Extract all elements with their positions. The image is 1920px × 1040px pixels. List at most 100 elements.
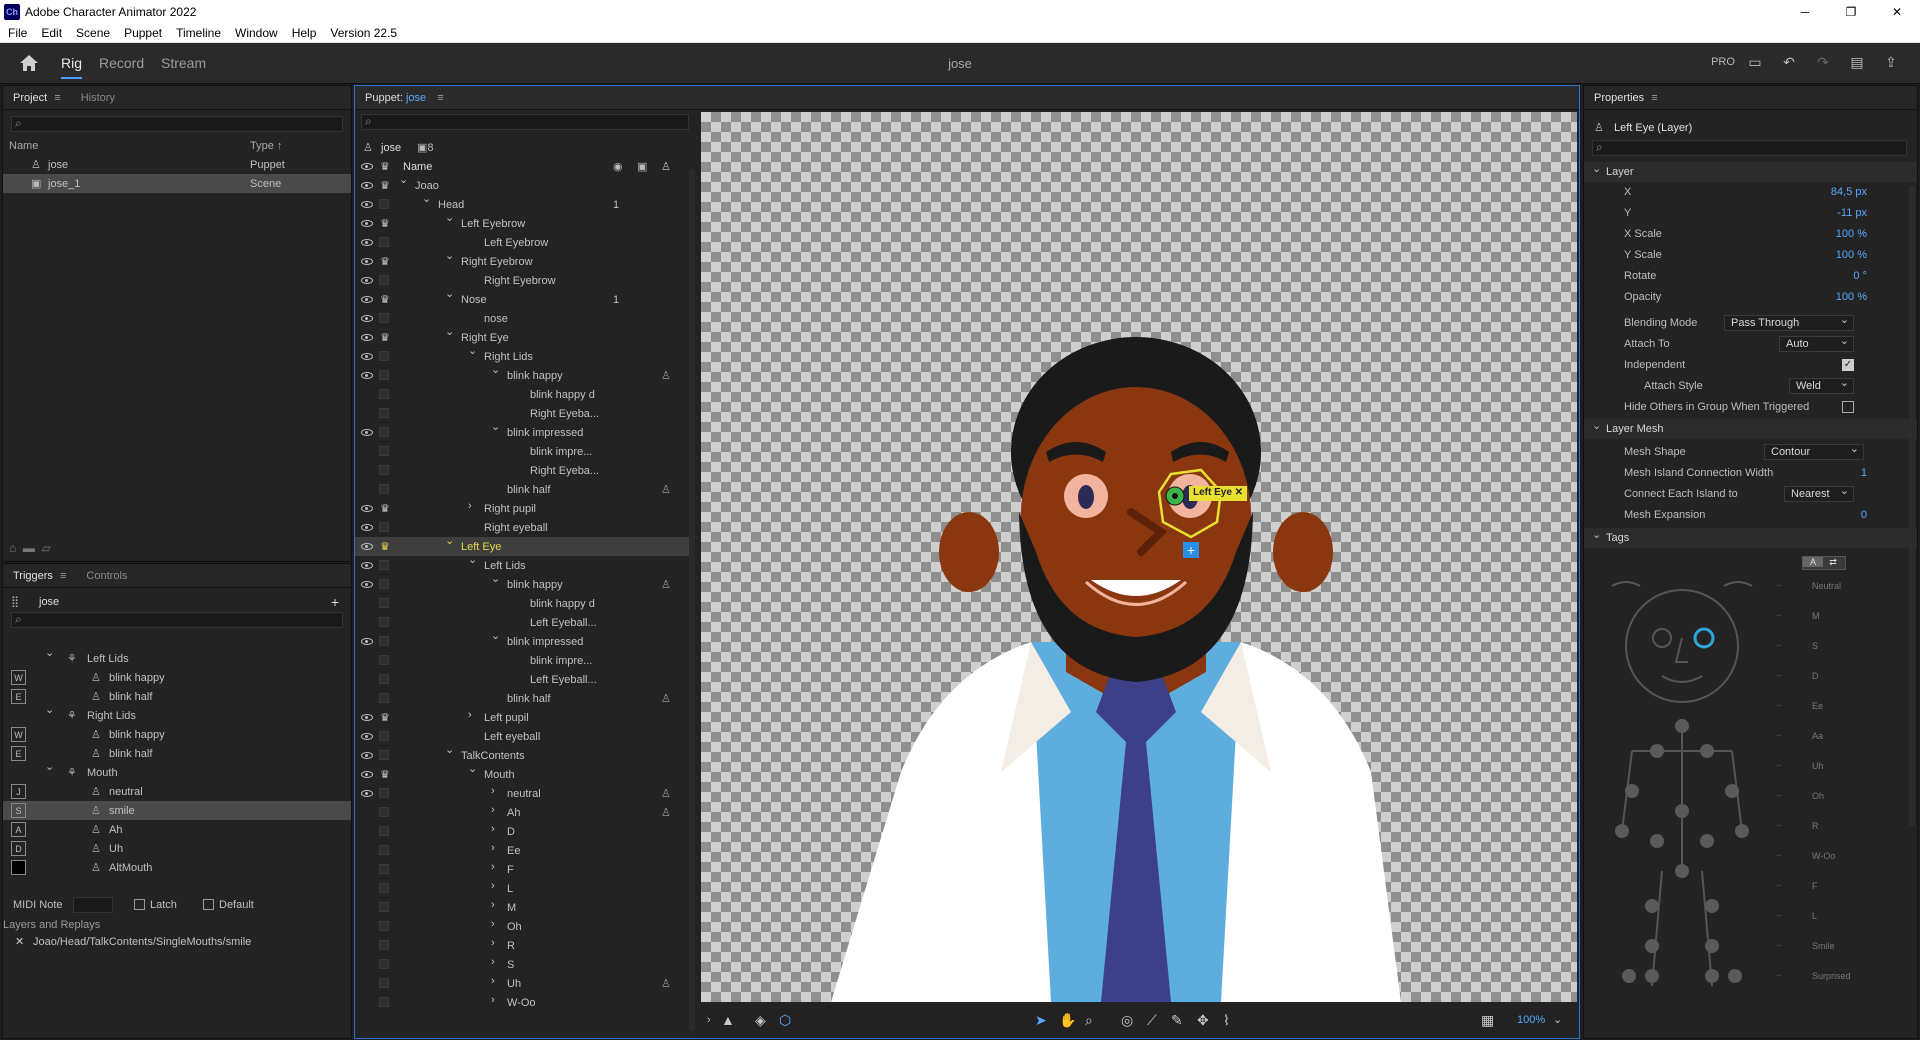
independence-toggle[interactable]	[379, 465, 389, 475]
layer-row[interactable]: › F	[355, 860, 689, 879]
crown-icon[interactable]: ♛	[380, 502, 390, 515]
select-tool-icon[interactable]: ➤	[1035, 1012, 1047, 1029]
layer-row[interactable]: blink half ♙	[355, 689, 689, 708]
eye-icon[interactable]	[361, 543, 373, 550]
chat-icon[interactable]: ▤	[1846, 54, 1868, 71]
tag-item[interactable]: ⌣ D	[1776, 666, 1896, 685]
chevron-down-icon[interactable]: ⌄	[445, 249, 454, 262]
layer-row[interactable]: › neutral ♙	[355, 784, 689, 803]
blending-mode-dropdown[interactable]: Pass Through	[1724, 313, 1854, 331]
latch-checkbox[interactable]	[134, 899, 145, 910]
independence-toggle[interactable]	[379, 313, 389, 323]
independence-toggle[interactable]	[379, 484, 389, 494]
independence-toggle[interactable]	[379, 427, 389, 437]
mesh-expansion-value[interactable]: 0	[1861, 509, 1867, 521]
connect-island-dropdown[interactable]: Nearest	[1784, 484, 1854, 502]
independence-toggle[interactable]	[379, 275, 389, 285]
independence-toggle[interactable]	[379, 845, 389, 855]
layer-row[interactable]: › Ah ♙	[355, 803, 689, 822]
property-value[interactable]: -11 px	[1837, 207, 1867, 219]
layer-row[interactable]: › Oh	[355, 917, 689, 936]
trigger-item[interactable]: W ♙ blink happy	[3, 668, 351, 687]
chevron-down-icon[interactable]: ⌄	[445, 325, 454, 338]
chevron-down-icon[interactable]: ⌄	[468, 553, 477, 566]
properties-search-input[interactable]	[1592, 140, 1907, 156]
property-value[interactable]: 100 %	[1836, 228, 1867, 240]
eye-icon[interactable]	[361, 220, 373, 227]
layer-row[interactable]: ⌄ Left Lids	[355, 553, 689, 575]
layer-row[interactable]: ♛ › Left pupil	[355, 708, 689, 727]
properties-scrollbar[interactable]	[1909, 186, 1915, 826]
independence-toggle[interactable]	[379, 750, 389, 760]
layer-row[interactable]: Left Eyebrow	[355, 233, 689, 252]
independence-toggle[interactable]	[379, 731, 389, 741]
tab-stream[interactable]: Stream	[161, 55, 206, 71]
canvas-stage[interactable]: + Left Eye ✕	[701, 112, 1577, 1002]
trigger-icon[interactable]: ♙	[661, 806, 671, 819]
chevron-down-icon[interactable]: ⌄	[45, 703, 54, 716]
layer-row[interactable]: › D	[355, 822, 689, 841]
trigger-group[interactable]: ⌄ ⚘ Mouth	[3, 761, 351, 782]
eye-icon[interactable]	[361, 752, 373, 759]
chevron-down-icon[interactable]: ⌄	[491, 572, 500, 585]
independence-toggle[interactable]	[379, 883, 389, 893]
layer-row[interactable]: ♛ ⌄ Left Eye	[355, 535, 689, 556]
independence-toggle[interactable]	[379, 522, 389, 532]
maximize-icon[interactable]: ❐	[1828, 0, 1874, 23]
trigger-key[interactable]: E	[11, 746, 26, 761]
chevron-down-icon[interactable]: ⌄	[445, 211, 454, 224]
trigger-item[interactable]: S ♙ smile	[3, 801, 351, 820]
layer-row[interactable]: › L	[355, 879, 689, 898]
attach-to-dropdown[interactable]: Auto	[1779, 334, 1854, 352]
eye-icon[interactable]	[361, 714, 373, 721]
left-eye-handle-label[interactable]: Left Eye ✕	[1189, 486, 1248, 501]
independence-toggle[interactable]	[379, 370, 389, 380]
crown-icon[interactable]: ♛	[380, 711, 390, 724]
dangle-tool-icon[interactable]: ⌇	[1223, 1012, 1230, 1029]
chevron-right-icon[interactable]: ›	[491, 918, 495, 930]
menu-scene[interactable]: Scene	[68, 26, 116, 40]
layer-scrollbar[interactable]	[689, 170, 695, 1030]
layer-row[interactable]: › M	[355, 898, 689, 917]
independence-toggle[interactable]	[379, 940, 389, 950]
trigger-item[interactable]: D ♙ Uh	[3, 839, 351, 858]
chevron-right-icon[interactable]: ›	[491, 937, 495, 949]
layer-row[interactable]: ⌄ blink impressed	[355, 630, 689, 651]
handle-tool-icon[interactable]: ✥	[1197, 1012, 1209, 1029]
menu-file[interactable]: File	[0, 26, 33, 40]
menu-window[interactable]: Window	[227, 26, 284, 40]
tag-item[interactable]: ⌣ Aa	[1776, 726, 1896, 745]
chevron-down-icon[interactable]: ⌄	[468, 762, 477, 775]
layer-row[interactable]: Right Eyebrow	[355, 271, 689, 290]
eye-icon[interactable]	[361, 182, 373, 189]
crown-icon[interactable]: ♛	[380, 293, 390, 306]
col-type[interactable]: Type ↑	[250, 140, 282, 152]
eye-icon[interactable]	[361, 296, 373, 303]
crown-icon[interactable]: ♛	[380, 768, 390, 781]
trigger-key[interactable]: S	[11, 803, 26, 818]
independence-toggle[interactable]	[379, 598, 389, 608]
layer-row[interactable]: ♛ › Right pupil	[355, 499, 689, 518]
layer-row[interactable]: ♛ ⌄ Joao	[355, 173, 689, 195]
layer-row[interactable]: › Ee	[355, 841, 689, 860]
trigger-item[interactable]: ■ ♙ AltMouth	[3, 858, 351, 877]
independence-toggle[interactable]	[379, 997, 389, 1007]
independence-toggle[interactable]	[379, 579, 389, 589]
layer-row[interactable]: Left Eyeball...	[355, 613, 689, 632]
chevron-down-icon[interactable]: ⌄	[399, 173, 408, 186]
warning-icon[interactable]: ▲	[721, 1012, 735, 1028]
eye-icon[interactable]	[361, 505, 373, 512]
chevron-down-icon[interactable]: ⌄	[491, 363, 500, 376]
contour-icon[interactable]: ⬡	[779, 1012, 791, 1029]
tag-item[interactable]: ⌣ Surprised	[1776, 966, 1896, 985]
eye-icon[interactable]	[361, 201, 373, 208]
crown-icon[interactable]: ♛	[380, 255, 390, 268]
layer-row[interactable]: Left eyeball	[355, 727, 689, 746]
chevron-right-icon[interactable]: ›	[491, 861, 495, 873]
independence-toggle[interactable]	[379, 199, 389, 209]
layer-row[interactable]: ♛ ⌄ Nose 1	[355, 288, 689, 309]
chevron-right-icon[interactable]: ›	[468, 500, 472, 512]
trigger-icon[interactable]: ♙	[661, 977, 671, 990]
new-folder-icon[interactable]: ▬	[23, 541, 35, 555]
layer-row[interactable]: blink impre...	[355, 651, 689, 670]
